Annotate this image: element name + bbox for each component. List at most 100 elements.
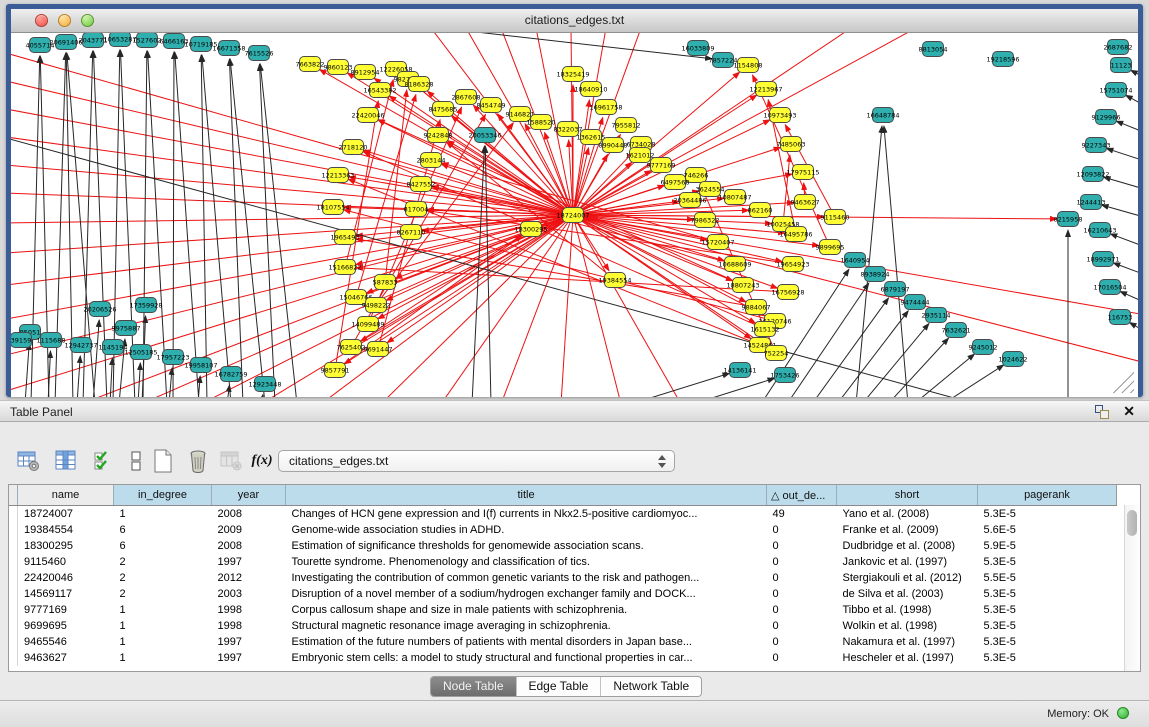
table-cell[interactable]: Changes of HCN gene expression and I(f) … [286, 506, 767, 523]
citation-edge-black[interactable] [261, 395, 263, 397]
table-cell[interactable]: Wolkin et al. (1998) [837, 618, 978, 634]
network-node[interactable]: 1588520 [527, 115, 556, 130]
table-row[interactable]: 977716911998Corpus callosum shape and si… [9, 602, 1117, 618]
column-header[interactable]: title [286, 485, 767, 506]
table-cell[interactable]: Yano et al. (2008) [837, 506, 978, 523]
citation-edge-black[interactable] [25, 343, 29, 397]
network-node[interactable]: 1154808 [734, 58, 763, 73]
table-cell[interactable]: 5.3E-5 [978, 586, 1117, 602]
citation-edge-black[interactable] [93, 320, 99, 397]
network-node[interactable]: 9498222 [362, 298, 391, 313]
network-node[interactable]: 752254 [764, 346, 789, 361]
network-node[interactable]: 7625402 [337, 340, 366, 355]
table-cell[interactable]: Estimation of the future numbers of pati… [286, 634, 767, 650]
citation-edge-black[interactable] [173, 52, 174, 397]
table-cell[interactable]: 1997 [212, 634, 286, 650]
network-node[interactable]: 8215958 [1054, 212, 1083, 227]
network-node[interactable]: 116753 [1108, 310, 1133, 325]
column-header[interactable]: in_degree [114, 485, 212, 506]
citation-edge-red[interactable] [573, 215, 1138, 363]
network-node[interactable]: 1024622 [999, 352, 1028, 367]
tab-node-table[interactable]: Node Table [431, 677, 516, 696]
network-node[interactable]: 817004 [404, 202, 429, 217]
table-cell[interactable]: Estimation of significance thresholds fo… [286, 538, 767, 554]
citation-edge-black[interactable] [631, 373, 729, 397]
network-node[interactable]: 16961758 [589, 100, 622, 115]
network-node[interactable]: 8938924 [861, 267, 890, 282]
tab-network-table[interactable]: Network Table [600, 677, 701, 696]
table-cell[interactable]: 9699695 [18, 618, 114, 634]
citation-edge-black[interactable] [1113, 263, 1138, 277]
citation-edge-black[interactable] [862, 323, 929, 397]
table-cell[interactable]: 5.3E-5 [978, 506, 1117, 523]
close-panel-icon[interactable]: ✕ [1123, 403, 1135, 420]
citation-edge-black[interactable] [472, 146, 484, 397]
function-builder-icon[interactable]: f(x) [249, 448, 275, 474]
table-cell[interactable]: Disruption of a novel member of a sodium… [286, 586, 767, 602]
table-cell[interactable]: 0 [767, 634, 837, 650]
network-node[interactable]: 7615526 [245, 46, 274, 61]
network-node[interactable]: 1621012 [626, 148, 655, 163]
network-node[interactable]: 9245012 [969, 340, 998, 355]
citation-edge-black[interactable] [1126, 95, 1138, 109]
table-cell[interactable]: 9463627 [18, 650, 114, 666]
table-cell[interactable]: 9777169 [18, 602, 114, 618]
citation-edge-red[interactable] [11, 215, 573, 285]
table-cell[interactable]: 49 [767, 506, 837, 523]
table-row[interactable]: 1456911722003Disruption of a novel membe… [9, 586, 1117, 602]
network-node[interactable]: 9129966 [1092, 110, 1121, 125]
network-node[interactable]: 18640910 [574, 82, 607, 97]
table-cell[interactable]: 1997 [212, 650, 286, 666]
table-cell[interactable]: Tibbo et al. (1998) [837, 602, 978, 618]
network-node[interactable]: 9777169 [647, 158, 676, 173]
citation-edge-black[interactable] [884, 126, 908, 397]
network-node[interactable]: 2935114 [922, 308, 951, 323]
table-cell[interactable]: Nakamura et al. (1997) [837, 634, 978, 650]
network-node[interactable]: 17359928 [129, 298, 162, 313]
table-cell[interactable]: 0 [767, 570, 837, 586]
network-node[interactable]: 8427552 [407, 177, 436, 192]
citation-edge-black[interactable] [1110, 234, 1138, 249]
network-node[interactable]: 12213967 [749, 82, 782, 97]
table-cell[interactable]: 0 [767, 650, 837, 666]
network-node[interactable]: 1753426 [771, 368, 800, 383]
table-cell[interactable]: 14569117 [18, 586, 114, 602]
network-node[interactable]: 7955812 [612, 118, 641, 133]
table-row[interactable]: 946362711997Embryonic stem cells: a mode… [9, 650, 1117, 666]
citation-edge-black[interactable] [175, 52, 199, 397]
network-node[interactable]: 9463627 [791, 195, 820, 210]
table-cell[interactable]: Franke et al. (2009) [837, 522, 978, 538]
table-select-dropdown[interactable]: citations_edges.txt [278, 450, 675, 472]
citation-edge-black[interactable] [1102, 205, 1138, 219]
network-node[interactable]: 17975115 [786, 165, 819, 180]
network-node[interactable]: 2718120 [339, 140, 368, 155]
network-node[interactable]: 9474444 [901, 295, 930, 310]
table-cell[interactable]: 5.3E-5 [978, 618, 1117, 634]
citation-edge-black[interactable] [31, 56, 40, 397]
citation-edge-black[interactable] [787, 283, 869, 397]
citation-edge-black[interactable] [77, 356, 80, 397]
table-cell[interactable]: 2008 [212, 538, 286, 554]
network-node[interactable]: 19218596 [986, 52, 1019, 67]
citation-edge-black[interactable] [169, 368, 172, 397]
table-cell[interactable]: 0 [767, 602, 837, 618]
network-node[interactable]: 15751074 [1099, 83, 1132, 98]
scrollbar-thumb[interactable] [1127, 510, 1137, 536]
table-cell[interactable]: 1998 [212, 618, 286, 634]
table-cell[interactable]: 18300295 [18, 538, 114, 554]
citation-edge-black[interactable] [110, 358, 112, 397]
network-node[interactable]: 8813054 [919, 42, 948, 57]
network-node[interactable]: 9691447 [364, 342, 393, 357]
column-header[interactable]: name [18, 485, 114, 506]
table-row[interactable]: 2242004622012Investigating the contribut… [9, 570, 1117, 586]
tab-edge-table[interactable]: Edge Table [516, 677, 601, 696]
table-vertical-scrollbar[interactable] [1124, 505, 1140, 671]
network-node[interactable]: 587833 [373, 275, 398, 290]
citation-edge-red[interactable] [573, 210, 749, 215]
table-cell[interactable]: 9465546 [18, 634, 114, 650]
float-panel-icon[interactable] [1095, 405, 1109, 419]
table-cell[interactable]: 2 [114, 554, 212, 570]
table-cell[interactable]: Embryonic stem cells: a model to study s… [286, 650, 767, 666]
network-node[interactable]: 14099489 [351, 317, 384, 332]
network-node[interactable]: 1145194 [99, 340, 128, 355]
